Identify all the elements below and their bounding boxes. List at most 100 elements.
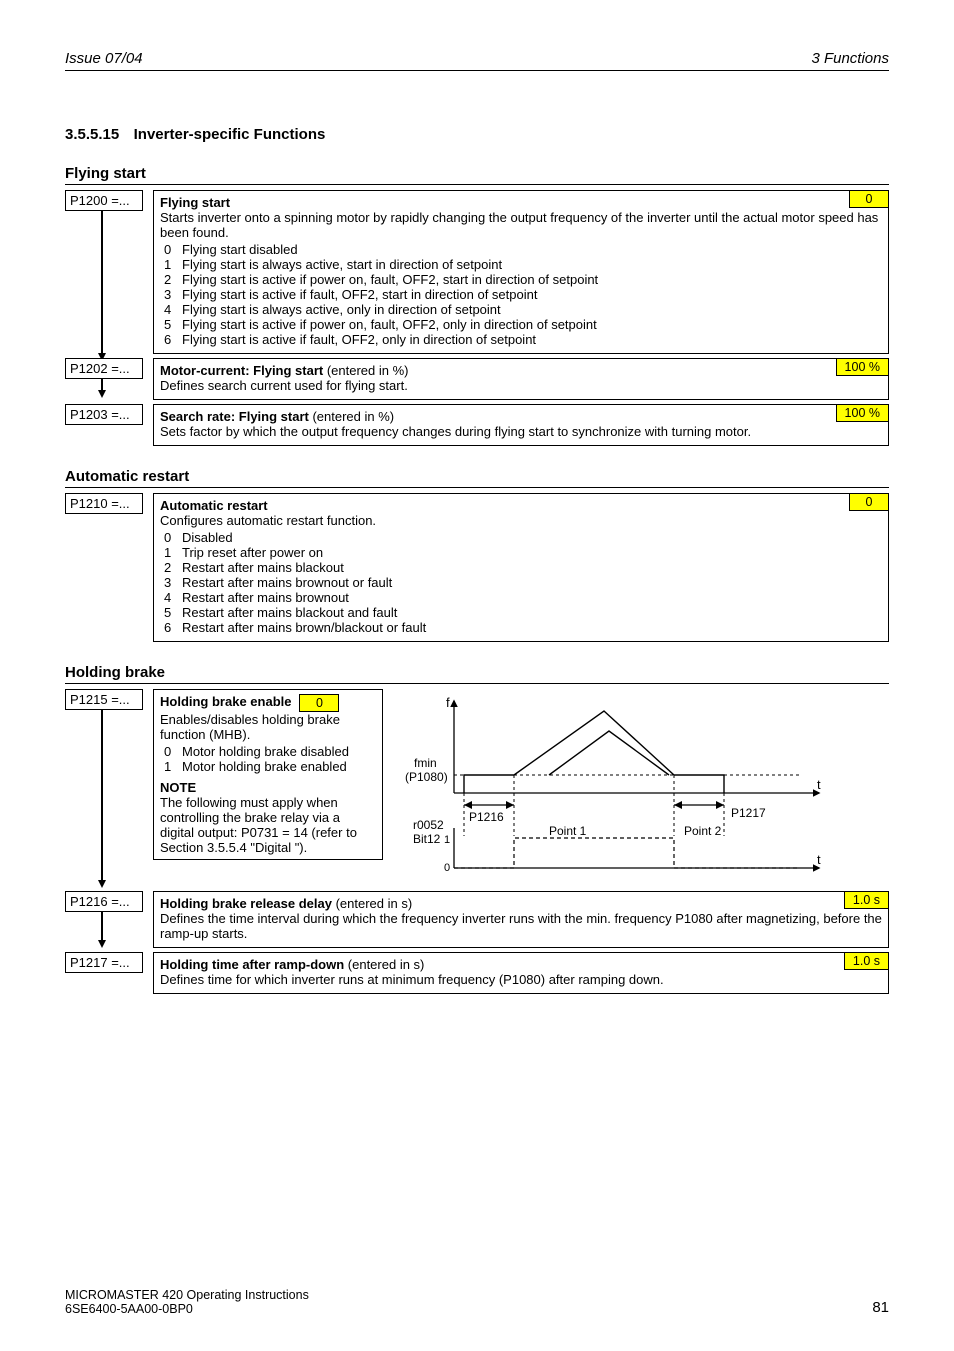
note-title: NOTE xyxy=(160,780,376,795)
p1217-param: P1217 =... xyxy=(65,952,143,973)
enum-num: 6 xyxy=(160,620,182,635)
diagram-one: 1 xyxy=(444,834,450,846)
p1215-title: Holding brake enable xyxy=(160,694,291,709)
p1216-title: Holding brake release delay xyxy=(160,896,332,911)
enum-txt: Flying start is active if fault, OFF2, o… xyxy=(182,332,882,347)
p1215-desc: Holding brake enable 0 Enables/disables h… xyxy=(153,689,383,860)
enum-txt: Flying start is active if power on, faul… xyxy=(182,317,882,332)
enum-num: 1 xyxy=(160,545,182,560)
enum-num: 3 xyxy=(160,287,182,302)
enum-txt: Restart after mains brownout or fault xyxy=(182,575,882,590)
p1202-text: Defines search current used for flying s… xyxy=(160,378,882,393)
p1200-desc: 0 Flying start Starts inverter onto a sp… xyxy=(153,190,889,354)
page-footer: MICROMASTER 420 Operating Instructions 6… xyxy=(65,1288,889,1316)
diagram-zero: 0 xyxy=(444,862,450,874)
p1202-title-extra: (entered in %) xyxy=(323,363,408,378)
note-text: The following must apply when controllin… xyxy=(160,795,376,855)
section-number: 3.5.5.15 xyxy=(65,126,130,143)
enum-txt: Flying start is always active, only in d… xyxy=(182,302,882,317)
diagram-p1080: (P1080) xyxy=(405,770,448,784)
p1215-enum: 0Motor holding brake disabled 1Motor hol… xyxy=(160,744,376,774)
p1217-desc: 1.0 s Holding time after ramp-down (ente… xyxy=(153,952,889,994)
p1203-param: P1203 =... xyxy=(65,404,143,425)
header-left: Issue 07/04 xyxy=(65,50,143,67)
enum-num: 0 xyxy=(160,744,182,759)
p1210-badge: 0 xyxy=(849,493,889,511)
diagram-p1216: P1216 xyxy=(469,810,504,824)
header-right: 3 Functions xyxy=(811,50,889,67)
p1203-desc: 100 % Search rate: Flying start (entered… xyxy=(153,404,889,446)
p1215-row: P1215 =... Holding brake enable 0 Enables… xyxy=(65,689,889,887)
p1203-badge: 100 % xyxy=(836,404,889,422)
p1217-title: Holding time after ramp-down xyxy=(160,957,344,972)
p1210-title: Automatic restart xyxy=(160,498,268,513)
diagram-p1217: P1217 xyxy=(731,806,766,820)
enum-txt: Restart after mains brown/blackout or fa… xyxy=(182,620,882,635)
p1203-title: Search rate: Flying start xyxy=(160,409,309,424)
enum-txt: Motor holding brake disabled xyxy=(182,744,376,759)
diagram-point2: Point 2 xyxy=(684,824,722,838)
p1202-row: P1202 =... 100 % Motor-current: Flying s… xyxy=(65,358,889,400)
diagram-t2: t xyxy=(817,852,821,867)
diagram-bit12: Bit12 xyxy=(413,832,441,846)
p1210-param: P1210 =... xyxy=(65,493,143,514)
p1216-param: P1216 =... xyxy=(65,891,143,912)
enum-num: 3 xyxy=(160,575,182,590)
enum-num: 5 xyxy=(160,317,182,332)
enum-txt: Flying start is active if fault, OFF2, s… xyxy=(182,287,882,302)
p1216-text: Defines the time interval during which t… xyxy=(160,911,882,941)
p1200-text: Starts inverter onto a spinning motor by… xyxy=(160,210,882,240)
p1202-param: P1202 =... xyxy=(65,358,143,379)
enum-txt: Restart after mains blackout and fault xyxy=(182,605,882,620)
enum-num: 2 xyxy=(160,272,182,287)
diagram-point1: Point 1 xyxy=(549,824,587,838)
enum-txt: Disabled xyxy=(182,530,882,545)
p1216-title-extra: (entered in s) xyxy=(332,896,412,911)
p1210-row: P1210 =... 0 Automatic restart Configure… xyxy=(65,493,889,642)
p1202-desc: 100 % Motor-current: Flying start (enter… xyxy=(153,358,889,400)
enum-txt: Flying start disabled xyxy=(182,242,882,257)
enum-txt: Flying start is always active, start in … xyxy=(182,257,882,272)
page-header: Issue 07/04 3 Functions xyxy=(65,50,889,71)
p1216-badge: 1.0 s xyxy=(844,891,889,909)
diagram-r0052: r0052 xyxy=(413,818,444,832)
p1217-title-extra: (entered in s) xyxy=(344,957,424,972)
p1200-badge: 0 xyxy=(849,190,889,208)
p1215-text: Enables/disables holding brake function … xyxy=(160,712,376,742)
diagram-t: t xyxy=(817,777,821,792)
section-heading: 3.5.5.15 Inverter-specific Functions xyxy=(65,126,889,143)
enum-num: 5 xyxy=(160,605,182,620)
diagram-fmin: fmin xyxy=(414,756,437,770)
p1202-title: Motor-current: Flying start xyxy=(160,363,323,378)
p1216-desc: 1.0 s Holding brake release delay (enter… xyxy=(153,891,889,948)
p1215-param: P1215 =... xyxy=(65,689,143,710)
enum-num: 2 xyxy=(160,560,182,575)
enum-txt: Trip reset after power on xyxy=(182,545,882,560)
enum-txt: Flying start is active if power on, faul… xyxy=(182,272,882,287)
enum-txt: Restart after mains blackout xyxy=(182,560,882,575)
p1200-enum: 0Flying start disabled 1Flying start is … xyxy=(160,242,882,347)
enum-num: 1 xyxy=(160,257,182,272)
p1210-text: Configures automatic restart function. xyxy=(160,513,882,528)
p1200-row: P1200 =... 0 Flying start Starts inverte… xyxy=(65,190,889,354)
p1217-text: Defines time for which inverter runs at … xyxy=(160,972,882,987)
p1200-title: Flying start xyxy=(160,195,230,210)
p1203-text: Sets factor by which the output frequenc… xyxy=(160,424,882,439)
automatic-restart-heading: Automatic restart xyxy=(65,468,889,488)
p1215-badge: 0 xyxy=(299,694,339,712)
enum-num: 6 xyxy=(160,332,182,347)
enum-txt: Motor holding brake enabled xyxy=(182,759,376,774)
footer-line2: 6SE6400-5AA00-0BP0 xyxy=(65,1302,309,1316)
enum-txt: Restart after mains brownout xyxy=(182,590,882,605)
footer-line1: MICROMASTER 420 Operating Instructions xyxy=(65,1288,309,1302)
flying-start-heading: Flying start xyxy=(65,165,889,185)
enum-num: 0 xyxy=(160,242,182,257)
p1200-param: P1200 =... xyxy=(65,190,143,211)
diagram-f: f xyxy=(446,695,450,710)
p1202-badge: 100 % xyxy=(836,358,889,376)
section-title: Inverter-specific Functions xyxy=(134,126,326,143)
p1216-row: P1216 =... 1.0 s Holding brake release d… xyxy=(65,891,889,948)
page-number: 81 xyxy=(872,1299,889,1316)
p1210-desc: 0 Automatic restart Configures automatic… xyxy=(153,493,889,642)
p1217-row: P1217 =... 1.0 s Holding time after ramp… xyxy=(65,952,889,994)
